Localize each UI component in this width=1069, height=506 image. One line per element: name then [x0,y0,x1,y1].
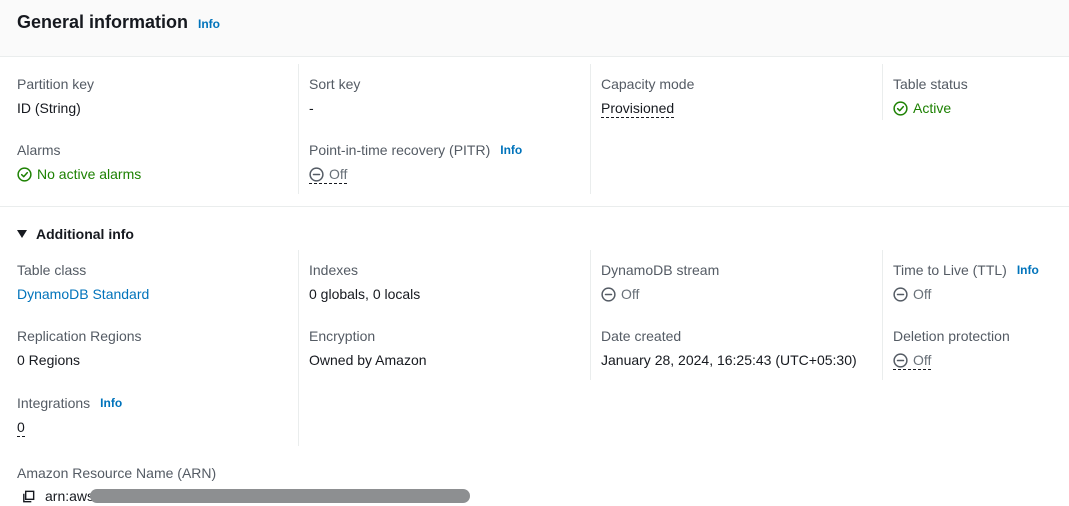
divider [298,250,299,446]
check-circle-icon [17,166,32,182]
divider [298,64,299,194]
pitr-info-link[interactable]: Info [500,143,522,157]
stream-label: DynamoDB stream [601,262,720,278]
divider [882,64,883,120]
ttl-value: Off [893,286,931,302]
integrations-info-link[interactable]: Info [100,396,122,410]
replication-label: Replication Regions [17,328,142,344]
deletion-protection-status[interactable]: Off [893,352,932,370]
indexes-value: 0 globals, 0 locals [309,286,421,302]
integrations-value[interactable]: 0 [17,419,25,437]
page-title: General information [17,12,189,32]
indexes-label: Indexes [309,262,359,278]
minus-circle-icon [601,286,616,302]
stream-text: Off [621,286,640,302]
pitr-label-row: Point-in-time recovery (PITR) Info [309,142,522,158]
arn-redacted [90,489,471,503]
pitr-value[interactable]: Off [309,166,348,184]
check-circle-icon [893,100,908,116]
minus-circle-icon [309,166,324,182]
arn-prefix: arn:aws [45,488,95,504]
integrations-label-row: Integrations Info [17,395,122,411]
deletion-protection-label: Deletion protection [893,328,1010,344]
deletion-protection-value[interactable]: Off [893,352,932,370]
table-status-text: Active [913,100,952,116]
capacity-mode-value[interactable]: Provisioned [601,100,675,118]
stream-value: Off [601,286,639,302]
table-class-label: Table class [17,262,87,278]
pitr-label: Point-in-time recovery (PITR) [309,142,491,158]
date-created-value: January 28, 2024, 16:25:43 (UTC+05:30) [601,352,857,368]
date-created-label: Date created [601,328,682,344]
ttl-text: Off [913,286,932,302]
table-status-value: Active [893,100,951,116]
pitr-text: Off [329,166,348,182]
arn-label: Amazon Resource Name (ARN) [17,465,217,481]
minus-circle-icon [893,352,908,368]
partition-key-label: Partition key [17,76,95,92]
additional-info-label: Additional info [36,226,134,242]
section-divider [0,206,1069,207]
ttl-label: Time to Live (TTL) [893,262,1007,278]
sort-key-value: - [309,100,314,116]
pitr-status[interactable]: Off [309,166,348,184]
integrations-count[interactable]: 0 [17,419,25,437]
table-class-value[interactable]: DynamoDB Standard [17,286,149,302]
deletion-protection-text: Off [913,352,932,368]
capacity-mode-label: Capacity mode [601,76,695,92]
ttl-label-row: Time to Live (TTL) Info [893,262,1039,278]
encryption-value: Owned by Amazon [309,352,427,368]
table-status-label: Table status [893,76,968,92]
container-header: General information Info [0,0,1069,57]
partition-key-value: ID (String) [17,100,81,116]
caret-down-icon [17,230,27,238]
capacity-mode-text[interactable]: Provisioned [601,100,675,118]
divider [590,64,591,194]
additional-info-toggle[interactable]: Additional info [17,226,134,242]
sort-key-label: Sort key [309,76,361,92]
integrations-label: Integrations [17,395,91,411]
arn-value: arn:aws [21,488,471,504]
ttl-info-link[interactable]: Info [1017,263,1039,277]
alarms-value: No active alarms [17,166,141,182]
divider [882,250,883,380]
header-info-link[interactable]: Info [198,17,220,31]
encryption-label: Encryption [309,328,376,344]
alarms-text: No active alarms [37,166,142,182]
divider [590,250,591,380]
alarms-label: Alarms [17,142,61,158]
replication-value: 0 Regions [17,352,81,368]
minus-circle-icon [893,286,908,302]
copy-icon[interactable] [21,489,36,504]
